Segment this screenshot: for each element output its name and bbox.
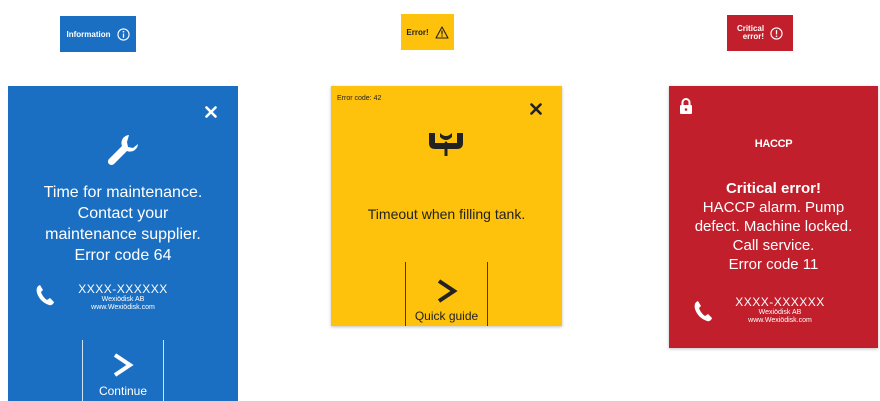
close-icon[interactable]: [530, 100, 542, 118]
contact-info: XXXX-XXXXXX Wexiödisk AB www.Wexiödisk.c…: [68, 282, 178, 312]
continue-button-label: Continue: [98, 384, 148, 398]
company-name: Wexiödisk AB: [101, 296, 145, 303]
message-line: Contact your: [77, 205, 169, 222]
maintenance-message: Time for maintenance. Contact your maint…: [8, 182, 238, 266]
close-icon[interactable]: [205, 103, 217, 121]
information-badge-label: Information: [66, 29, 111, 39]
error-code: Error code 64: [74, 247, 172, 264]
message-line: Call service.: [732, 237, 815, 254]
wrench-icon: [107, 135, 138, 166]
critical-badge-text: Critical error!: [737, 25, 764, 41]
lock-icon: [680, 98, 692, 114]
critical-heading: Critical error!: [725, 180, 822, 197]
phone-icon: [694, 301, 712, 322]
website: www.Wexiödisk.com: [748, 317, 812, 324]
exclamation-circle-icon: [770, 26, 783, 40]
message-line: Time for maintenance.: [43, 184, 203, 201]
maintenance-panel: Time for maintenance. Contact your maint…: [8, 86, 238, 401]
message-line: HACCP alarm. Pump: [702, 199, 845, 216]
continue-button[interactable]: Continue: [82, 340, 164, 401]
critical-error-badge: Critical error!: [727, 15, 793, 51]
quick-guide-button-label: Quick guide: [414, 309, 479, 323]
website: www.Wexiödisk.com: [91, 304, 155, 311]
critical-message: Critical error! HACCP alarm. Pump defect…: [669, 179, 878, 274]
chevron-right-icon: [437, 279, 458, 303]
information-badge: Information: [60, 16, 136, 52]
critical-badge-line2: error!: [742, 32, 765, 41]
error-badge: Error!: [401, 14, 454, 50]
quick-guide-button[interactable]: Quick guide: [405, 262, 488, 326]
haccp-title: HACCP: [754, 138, 793, 150]
error-code: Error code 11: [728, 256, 819, 273]
phone-number: XXXX-XXXXXX: [78, 282, 168, 296]
error-message: Timeout when filling tank.: [367, 206, 526, 222]
chevron-right-icon: [113, 353, 134, 377]
tank-fill-icon: [429, 133, 463, 156]
message-line: defect. Machine locked.: [694, 218, 853, 235]
company-name: Wexiödisk AB: [758, 309, 802, 316]
error-code: Error code: 42: [337, 95, 382, 102]
phone-number: XXXX-XXXXXX: [735, 295, 825, 309]
message-line: maintenance supplier.: [45, 226, 201, 243]
error-panel: Error code: 42 Timeout when filling tank…: [331, 86, 562, 326]
phone-icon: [36, 285, 54, 306]
critical-error-panel: HACCP Critical error! HACCP alarm. Pump …: [669, 86, 878, 348]
info-circle-icon: [116, 27, 130, 41]
error-badge-label: Error!: [406, 27, 429, 37]
warning-triangle-icon: [435, 25, 449, 39]
contact-info: XXXX-XXXXXX Wexiödisk AB www.Wexiödisk.c…: [725, 295, 835, 325]
